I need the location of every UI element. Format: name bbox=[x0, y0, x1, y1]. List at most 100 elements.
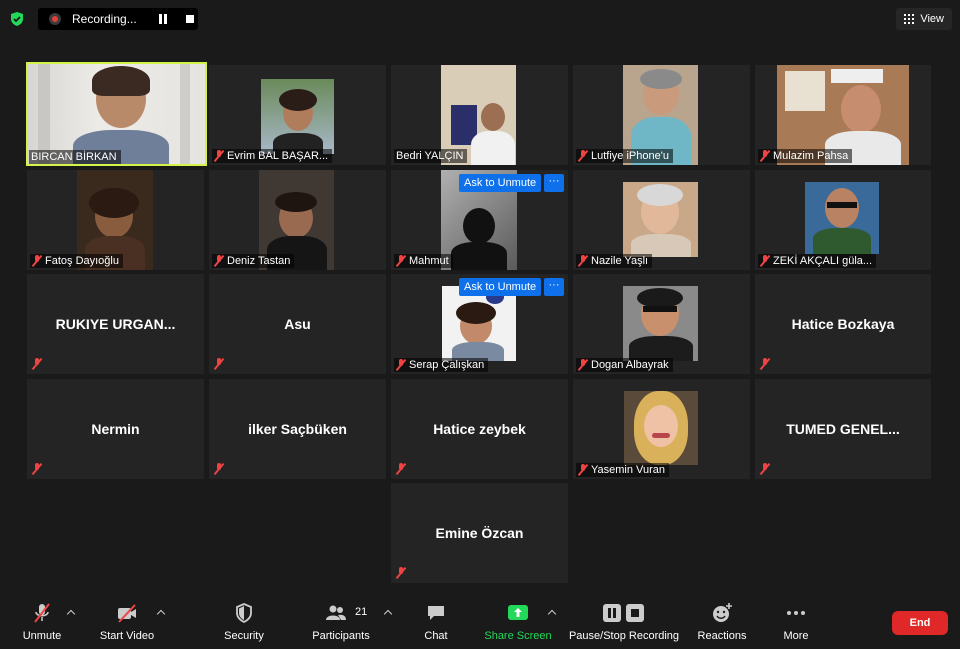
video-tile[interactable]: TUMED GENEL... bbox=[755, 379, 931, 479]
more-options-button[interactable]: ··· bbox=[544, 174, 564, 192]
video-tile[interactable]: Asu bbox=[209, 274, 386, 374]
participant-name: Emine Özcan bbox=[435, 525, 524, 541]
participant-name-label: Lutfiye iPhone'u bbox=[576, 149, 673, 163]
video-off-icon bbox=[118, 604, 136, 623]
video-options-caret[interactable] bbox=[157, 608, 165, 616]
chat-bubble-icon bbox=[428, 606, 444, 620]
participant-name-label: Mahmut bbox=[394, 254, 453, 268]
ask-to-unmute-button[interactable]: Ask to Unmute bbox=[459, 174, 542, 192]
muted-mic-icon bbox=[578, 359, 588, 371]
pause-stop-recording-button[interactable]: Pause/Stop Recording bbox=[568, 590, 680, 649]
audio-options-caret[interactable] bbox=[67, 608, 75, 616]
participant-video bbox=[624, 391, 698, 465]
muted-mic-icon bbox=[214, 150, 224, 162]
pause-recording-icon[interactable] bbox=[157, 13, 169, 25]
participant-name: Asu bbox=[284, 316, 311, 332]
participant-name-label: Mulazim Pahsa bbox=[758, 149, 853, 163]
participant-video bbox=[261, 79, 334, 154]
muted-mic-icon bbox=[760, 358, 770, 370]
stop-recording-icon[interactable] bbox=[184, 13, 196, 25]
security-shield-icon[interactable] bbox=[9, 11, 25, 27]
grid-view-icon bbox=[904, 14, 915, 24]
participant-video bbox=[623, 182, 698, 257]
participant-name: Hatice Bozkaya bbox=[791, 316, 895, 332]
participant-name-label: Nazile Yaşlı bbox=[576, 254, 653, 268]
top-bar: Recording... View bbox=[0, 0, 960, 40]
participants-options-caret[interactable] bbox=[384, 608, 392, 616]
ask-to-unmute-button[interactable]: Ask to Unmute bbox=[459, 278, 542, 296]
reactions-button[interactable]: Reactions bbox=[694, 590, 750, 649]
participant-name-label: Yasemin Vuran bbox=[576, 463, 669, 477]
muted-mic-icon bbox=[396, 255, 406, 267]
video-tile[interactable]: Fatoş Dayıoğlu bbox=[27, 170, 204, 270]
muted-microphone-icon bbox=[34, 603, 50, 623]
video-tile[interactable]: Lutfiye iPhone'u bbox=[573, 65, 750, 165]
more-button[interactable]: More bbox=[774, 590, 818, 649]
video-tile[interactable]: Bedri YALÇIN bbox=[391, 65, 568, 165]
muted-mic-icon bbox=[578, 464, 588, 476]
participant-name-label: ZEKİ AKÇALI güla... bbox=[758, 254, 877, 268]
security-button[interactable]: Security bbox=[218, 590, 270, 649]
unmute-button[interactable]: Unmute bbox=[14, 590, 70, 649]
meeting-toolbar: Unmute Start Video Security Participants… bbox=[0, 590, 960, 649]
video-tile[interactable]: Evrim BAL BAŞAR... bbox=[209, 65, 386, 165]
muted-mic-icon bbox=[396, 463, 406, 475]
participant-name-label: Bedri YALÇIN bbox=[394, 149, 468, 163]
muted-mic-icon bbox=[578, 150, 588, 162]
muted-mic-icon bbox=[214, 463, 224, 475]
video-tile[interactable]: Ask to Unmute ··· Mahmut bbox=[391, 170, 568, 270]
video-tile[interactable]: RUKIYE URGAN... bbox=[27, 274, 204, 374]
participant-name-label: BIRCAN BİRKAN bbox=[29, 150, 121, 164]
participant-name: Nermin bbox=[91, 421, 140, 437]
participant-name: ilker Saçbüken bbox=[248, 421, 347, 437]
muted-mic-icon bbox=[760, 150, 770, 162]
share-screen-icon bbox=[508, 605, 528, 620]
video-tile[interactable]: Mulazim Pahsa bbox=[755, 65, 931, 165]
video-tile[interactable]: BIRCAN BİRKAN bbox=[26, 62, 207, 166]
video-tile[interactable]: Nazile Yaşlı bbox=[573, 170, 750, 270]
share-screen-button[interactable]: Share Screen bbox=[484, 590, 552, 649]
participant-name: RUKIYE URGAN... bbox=[55, 316, 176, 332]
participant-name-label: Fatoş Dayıoğlu bbox=[30, 254, 123, 268]
more-options-button[interactable]: ··· bbox=[544, 278, 564, 296]
pause-stop-recording-icon bbox=[603, 604, 644, 622]
participants-count: 21 bbox=[355, 606, 368, 618]
video-tile[interactable]: Nermin bbox=[27, 379, 204, 479]
recording-indicator: Recording... bbox=[38, 8, 198, 30]
video-tile[interactable]: ZEKİ AKÇALI güla... bbox=[755, 170, 931, 270]
participants-button[interactable]: Participants bbox=[308, 590, 374, 649]
muted-mic-icon bbox=[578, 255, 588, 267]
video-tile[interactable]: Yasemin Vuran bbox=[573, 379, 750, 479]
muted-mic-icon bbox=[760, 463, 770, 475]
muted-mic-icon bbox=[396, 359, 406, 371]
reactions-icon bbox=[713, 603, 732, 622]
muted-mic-icon bbox=[214, 255, 224, 267]
share-options-caret[interactable] bbox=[548, 608, 556, 616]
video-tile[interactable]: Deniz Tastan bbox=[209, 170, 386, 270]
participant-name-label: Evrim BAL BAŞAR... bbox=[212, 149, 333, 163]
muted-mic-icon bbox=[32, 358, 42, 370]
video-tile[interactable]: Hatice zeybek bbox=[391, 379, 568, 479]
participant-video bbox=[623, 286, 698, 361]
participant-video bbox=[28, 64, 205, 164]
video-tile[interactable]: Ask to Unmute ··· Serap Çalışkan bbox=[391, 274, 568, 374]
participant-name: TUMED GENEL... bbox=[786, 421, 900, 437]
muted-mic-icon bbox=[760, 255, 770, 267]
chat-button[interactable]: Chat bbox=[416, 590, 456, 649]
start-video-button[interactable]: Start Video bbox=[96, 590, 158, 649]
participant-name: Hatice zeybek bbox=[433, 421, 526, 437]
participant-name-label: Dogan Albayrak bbox=[576, 358, 673, 372]
muted-mic-icon bbox=[396, 567, 406, 579]
video-tile[interactable]: Hatice Bozkaya bbox=[755, 274, 931, 374]
recording-dot-icon bbox=[49, 13, 61, 25]
video-tile[interactable]: Dogan Albayrak bbox=[573, 274, 750, 374]
view-button[interactable]: View bbox=[896, 8, 952, 30]
ellipsis-icon bbox=[787, 611, 805, 615]
participant-name-label: Serap Çalışkan bbox=[394, 358, 489, 372]
end-meeting-button[interactable]: End bbox=[892, 611, 948, 635]
shield-icon bbox=[236, 603, 252, 624]
participant-name-label: Deniz Tastan bbox=[212, 254, 295, 268]
video-tile[interactable]: ilker Saçbüken bbox=[209, 379, 386, 479]
muted-mic-icon bbox=[32, 463, 42, 475]
video-tile[interactable]: Emine Özcan bbox=[391, 483, 568, 583]
